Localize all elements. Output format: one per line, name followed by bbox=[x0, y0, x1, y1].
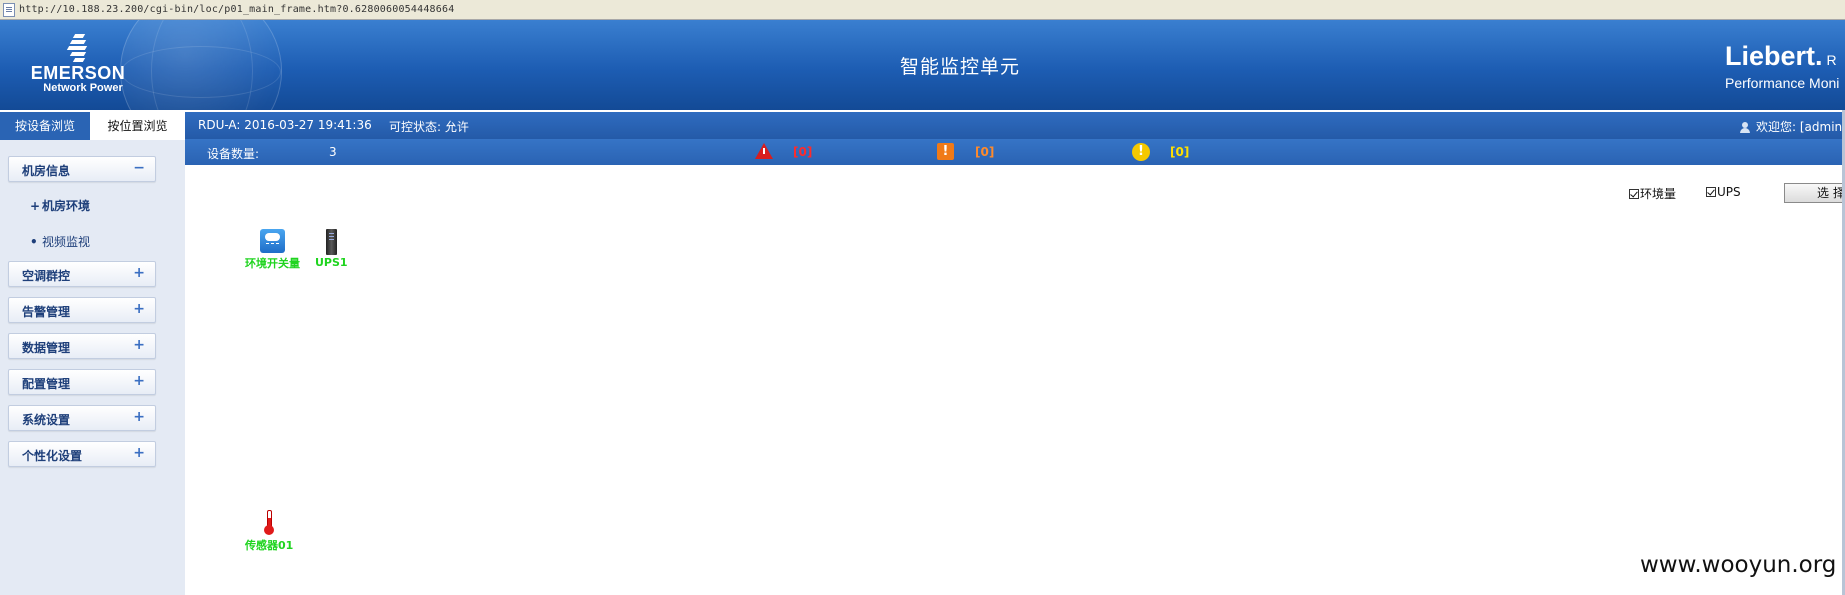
checkbox-checked-icon[interactable] bbox=[1706, 187, 1716, 197]
sidebar-subitem-label: 机房环境 bbox=[42, 199, 91, 213]
watermark: www.wooyun.org bbox=[1640, 552, 1837, 578]
summary-bar: 设备数量: 3 [0] ! [0] ! [0] bbox=[185, 139, 1845, 165]
dot-bullet-icon: • bbox=[30, 235, 38, 249]
filter-ups-checkbox[interactable]: UPS bbox=[1706, 185, 1741, 199]
expand-icon[interactable]: + bbox=[133, 373, 145, 389]
location-map-area: 环境量 UPS 选 择 环境开关量 UPS1 传感器01 bbox=[185, 165, 1845, 595]
sidebar-subitem-video-monitor[interactable]: • 视频监视 bbox=[30, 233, 90, 250]
device-count-label: 设备数量: bbox=[207, 147, 260, 161]
device-sensor01[interactable]: 传感器01 bbox=[245, 510, 293, 553]
sidebar-item-data-management[interactable]: 数据管理 + bbox=[8, 333, 156, 359]
view-tabs: 按设备浏览 按位置浏览 bbox=[0, 112, 185, 140]
major-alarm-count: [0] bbox=[975, 145, 995, 159]
user-icon bbox=[1740, 122, 1750, 133]
checkbox-checked-icon[interactable] bbox=[1629, 189, 1639, 199]
address-url[interactable]: http://10.188.23.200/cgi-bin/loc/p01_mai… bbox=[19, 4, 454, 15]
tab-by-location[interactable]: 按位置浏览 bbox=[90, 112, 185, 140]
welcome-text: 欢迎您: [admin bbox=[1756, 120, 1843, 134]
sidebar-item-personalization[interactable]: 个性化设置 + bbox=[8, 441, 156, 467]
liebert-brand: Liebert. bbox=[1725, 41, 1823, 71]
liebert-tagline: Performance Moni bbox=[1725, 75, 1840, 91]
sidebar: 机房信息 − + 机房环境 • 视频监视 空调群控 + 告警管理 + 数据管理 + … bbox=[0, 140, 185, 595]
sidebar-item-label: 告警管理 bbox=[22, 305, 71, 319]
page-title: 智能监控单元 bbox=[899, 56, 1020, 78]
liebert-brand-suffix: R bbox=[1826, 52, 1837, 68]
sidebar-item-label: 空调群控 bbox=[22, 269, 71, 283]
expand-icon[interactable]: + bbox=[133, 301, 145, 317]
environment-device-icon bbox=[260, 229, 285, 253]
tab-by-device[interactable]: 按设备浏览 bbox=[0, 112, 90, 140]
device-count-value: 3 bbox=[329, 145, 337, 159]
exclamation-circle-icon: ! bbox=[1132, 143, 1150, 161]
critical-alarm-count: [0] bbox=[793, 145, 813, 159]
rdu-datetime: RDU-A: 2016-03-27 19:41:36 bbox=[198, 118, 372, 132]
collapse-icon[interactable]: − bbox=[133, 160, 145, 176]
page-icon bbox=[3, 2, 15, 17]
ups-device-icon bbox=[325, 229, 337, 255]
expand-icon[interactable]: + bbox=[133, 265, 145, 281]
thermometer-sensor-icon bbox=[263, 510, 275, 536]
emerson-logo-sub: Network Power bbox=[43, 82, 123, 94]
sidebar-item-room-info[interactable]: 机房信息 − bbox=[8, 156, 156, 182]
filter-environment-checkbox[interactable]: 环境量 bbox=[1629, 185, 1676, 202]
sidebar-item-label: 数据管理 bbox=[22, 341, 71, 355]
select-button[interactable]: 选 择 bbox=[1784, 183, 1845, 203]
sidebar-item-label: 系统设置 bbox=[22, 413, 71, 427]
expand-icon[interactable]: + bbox=[133, 445, 145, 461]
device-label: 环境开关量 bbox=[245, 257, 300, 270]
minor-alarm-count: [0] bbox=[1170, 145, 1190, 159]
sidebar-item-alarm-management[interactable]: 告警管理 + bbox=[8, 297, 156, 323]
address-bar[interactable]: http://10.188.23.200/cgi-bin/loc/p01_mai… bbox=[0, 0, 1845, 20]
expand-icon[interactable]: + bbox=[133, 337, 145, 353]
sidebar-subitem-room-environment[interactable]: + 机房环境 bbox=[30, 197, 90, 214]
filter-label: 环境量 bbox=[1640, 187, 1677, 201]
status-bar: RDU-A: 2016-03-27 19:41:36 可控状态: 允许 欢迎您:… bbox=[185, 112, 1845, 139]
sidebar-item-ac-group-control[interactable]: 空调群控 + bbox=[8, 261, 156, 287]
sidebar-item-config-management[interactable]: 配置管理 + bbox=[8, 369, 156, 395]
expand-bullet-icon: + bbox=[30, 199, 41, 213]
liebert-logo: Liebert. R Performance Moni bbox=[1725, 42, 1839, 91]
sidebar-item-label: 个性化设置 bbox=[22, 449, 83, 463]
sidebar-item-label: 机房信息 bbox=[22, 164, 71, 178]
filter-label: UPS bbox=[1717, 185, 1741, 199]
exclamation-square-icon: ! bbox=[937, 143, 954, 160]
control-status-value: 允许 bbox=[444, 120, 469, 134]
sidebar-item-label: 配置管理 bbox=[22, 377, 71, 391]
sidebar-subitem-label: 视频监视 bbox=[42, 235, 91, 249]
welcome-user[interactable]: 欢迎您: [admin bbox=[1740, 118, 1842, 135]
device-ups1[interactable]: UPS1 bbox=[315, 229, 348, 269]
device-label: UPS1 bbox=[315, 256, 348, 269]
sidebar-item-system-settings[interactable]: 系统设置 + bbox=[8, 405, 156, 431]
expand-icon[interactable]: + bbox=[133, 409, 145, 425]
control-status-label: 可控状态: bbox=[389, 120, 442, 134]
device-environment-switch[interactable]: 环境开关量 bbox=[245, 229, 300, 271]
control-status: 可控状态: 允许 bbox=[389, 118, 469, 135]
device-label: 传感器01 bbox=[245, 539, 294, 552]
header-banner: EMERSON Network Power 智能监控单元 Liebert. R P… bbox=[0, 20, 1845, 110]
